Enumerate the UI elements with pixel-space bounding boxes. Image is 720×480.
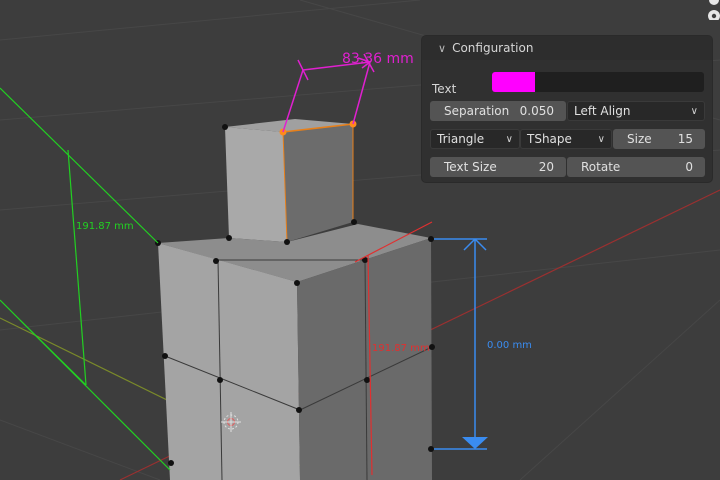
dimension-right-arrowhead xyxy=(462,437,488,449)
style-value: TShape xyxy=(527,132,572,146)
panel-title: Configuration xyxy=(452,41,534,55)
text-size-value: 20 xyxy=(538,160,554,174)
configuration-panel: ∨ Configuration Text Separation 0.050 Le… xyxy=(422,36,712,182)
dropdown-arrow-icon: ∨ xyxy=(505,133,513,145)
separation-label: Separation xyxy=(444,104,510,118)
dimension-top-label: 83.36 mm xyxy=(342,51,414,67)
dimension-left xyxy=(0,87,171,471)
text-size-label: Text Size xyxy=(444,160,497,174)
text-label: Text xyxy=(432,82,457,96)
shape-value: Triangle xyxy=(437,132,485,146)
text-color-swatch xyxy=(492,72,535,92)
dimension-right-label: 0.00 mm xyxy=(487,340,532,351)
size-field[interactable]: Size 15 xyxy=(613,129,705,149)
style-dropdown[interactable]: TShape ∨ xyxy=(520,129,612,149)
upper-cube[interactable] xyxy=(225,119,354,243)
separation-value: 0.050 xyxy=(519,104,554,118)
size-label: Size xyxy=(627,132,652,146)
text-size-field[interactable]: Text Size 20 xyxy=(430,157,566,177)
shape-dropdown[interactable]: Triangle ∨ xyxy=(430,129,520,149)
rotate-label: Rotate xyxy=(581,160,621,174)
dimension-right xyxy=(434,238,487,450)
configuration-header[interactable]: ∨ Configuration xyxy=(422,36,712,60)
rotate-value: 0 xyxy=(685,160,693,174)
dimension-center-label: 191.87 mm xyxy=(372,343,430,354)
dropdown-arrow-icon: ∨ xyxy=(690,105,698,117)
rotate-field[interactable]: Rotate 0 xyxy=(567,157,705,177)
align-value: Left Align xyxy=(574,104,631,118)
align-dropdown[interactable]: Left Align ∨ xyxy=(567,101,705,121)
camera-icon[interactable] xyxy=(700,0,720,22)
dimension-left-label: 191.87 mm xyxy=(76,221,134,232)
size-value: 15 xyxy=(677,132,693,146)
chevron-down-icon[interactable]: ∨ xyxy=(438,42,446,55)
text-color-field[interactable] xyxy=(492,72,704,92)
dropdown-arrow-icon: ∨ xyxy=(597,133,605,145)
separation-field[interactable]: Separation 0.050 xyxy=(430,101,566,121)
